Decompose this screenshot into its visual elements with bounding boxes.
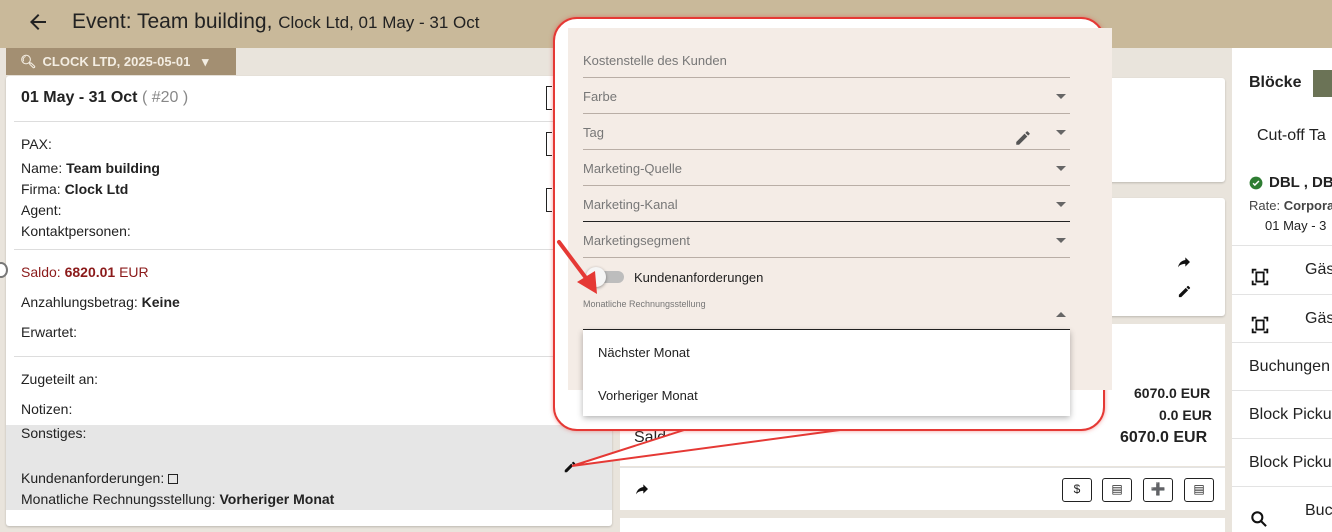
receipt-icon[interactable]: ▤ <box>1184 478 1214 502</box>
checkbox-icon <box>168 474 179 485</box>
edit-box[interactable] <box>546 86 552 110</box>
cutoff-tab[interactable]: Cut-off Ta <box>1257 127 1326 145</box>
sidebar-item-block-pickup-1[interactable]: Block Picku <box>1232 390 1332 438</box>
marketing-kanal-select[interactable]: Marketing-Kanal <box>583 186 1070 222</box>
rate-dates: 01 May - 3 <box>1265 218 1327 233</box>
chevron-down-icon <box>1056 166 1066 171</box>
pencil-icon[interactable] <box>1177 284 1192 304</box>
divider <box>14 249 604 250</box>
edit-box[interactable] <box>546 132 552 156</box>
sonstiges-label: Sonstiges: <box>21 425 87 441</box>
sidebar-item-label: Gäs <box>1305 310 1332 327</box>
name-row: Name: Team building <box>21 160 160 176</box>
zugeteilt-label: Zugeteilt an: <box>21 371 99 387</box>
page-title: Event: Team building, Clock Ltd, 01 May … <box>72 10 480 33</box>
erwartet-label: Erwartet: <box>21 324 78 340</box>
sidebar-item-buchungen[interactable]: Buchungen <box>1232 342 1332 390</box>
anzahlung-row: Anzahlungsbetrag: Keine <box>21 294 180 310</box>
marketingsegment-select[interactable]: Marketingsegment <box>583 222 1070 258</box>
notizen-label: Notizen: <box>21 401 73 417</box>
edit-box[interactable] <box>546 188 552 212</box>
monthly-select[interactable] <box>583 306 1070 330</box>
event-id: ( #20 ) <box>141 89 189 106</box>
pax-label: PAX: <box>21 136 52 152</box>
marketing-quelle-select[interactable]: Marketing-Quelle <box>583 150 1070 186</box>
search-icon <box>1249 501 1269 532</box>
share-arrow-icon[interactable] <box>634 481 650 502</box>
bloecke-button[interactable] <box>1313 70 1332 97</box>
option-vorheriger-monat[interactable]: Vorheriger Monat <box>598 388 698 403</box>
chevron-down-icon <box>1056 94 1066 99</box>
annotation-arrow <box>557 240 597 294</box>
chevron-down-icon <box>1056 238 1066 243</box>
chevron-down-icon <box>1056 202 1066 207</box>
filter-chip[interactable]: 🔍︎ CLOCK LTD, 2025-05-01 ▾ <box>6 48 236 75</box>
finance-actions-bar <box>620 467 1225 510</box>
filter-label: CLOCK LTD, 2025-05-01 <box>42 54 191 69</box>
share-arrow-icon[interactable] <box>1176 254 1192 275</box>
amount-2: 0.0 EUR <box>1159 407 1212 423</box>
chevron-up-icon <box>1056 312 1066 317</box>
search-icon: 🔍︎ <box>20 54 37 69</box>
chevron-down-icon: ▾ <box>202 54 209 69</box>
event-date-range: 01 May - 31 Oct ( #20 ) <box>21 89 189 106</box>
credit-card-icon[interactable]: ▤ <box>1102 478 1132 502</box>
farbe-select[interactable]: Farbe <box>583 78 1070 114</box>
sidebar-item-buc[interactable]: Buc <box>1232 486 1332 532</box>
check-circle-icon <box>1249 176 1263 195</box>
kundenanf-row: Kundenanforderungen: <box>21 470 179 486</box>
kontakt-label: Kontaktpersonen: <box>21 223 131 239</box>
sidebar-item-block-pickup-2[interactable]: Block Picku <box>1232 438 1332 486</box>
bloecke-title: Blöcke <box>1249 74 1302 91</box>
next-card <box>620 518 1225 532</box>
back-arrow-icon[interactable] <box>26 10 52 36</box>
sidebar-item-label: Gäs <box>1305 261 1332 278</box>
divider <box>14 356 604 357</box>
chevron-down-icon <box>1056 130 1066 135</box>
monatliche-row: Monatliche Rechnungsstellung: Vorheriger… <box>21 491 335 507</box>
page-subtitle: Clock Ltd, 01 May - 31 Oct <box>278 13 480 32</box>
tag-select[interactable]: Tag <box>583 114 1070 150</box>
agent-label: Agent: <box>21 202 62 218</box>
kostenstelle-field[interactable]: Kostenstelle des Kunden <box>583 42 1070 78</box>
sidebar-item-gaeste-1[interactable]: Gäs <box>1232 245 1332 293</box>
add-circle-icon[interactable]: ➕ <box>1143 478 1173 502</box>
sidebar-item-gaeste-2[interactable]: Gäs <box>1232 294 1332 342</box>
option-naechster-monat[interactable]: Nächster Monat <box>598 345 690 360</box>
amount-1: 6070.0 EUR <box>1134 385 1211 401</box>
divider <box>14 121 604 122</box>
room-label: DBL , DB <box>1269 174 1332 191</box>
monthly-options-menu: Nächster Monat Vorheriger Monat <box>583 330 1070 416</box>
rate-row: Rate: Corpora <box>1249 198 1332 213</box>
middle-saldo-value: 6070.0 EUR <box>1120 429 1208 446</box>
sidebar-item-label: Buc <box>1305 502 1332 519</box>
saldo-row: Saldo: 6820.01 EUR <box>21 264 149 280</box>
firma-row: Firma: Clock Ltd <box>21 181 129 197</box>
toggle-label: Kundenanforderungen <box>634 270 764 285</box>
dollar-icon[interactable]: $ <box>1062 478 1092 502</box>
